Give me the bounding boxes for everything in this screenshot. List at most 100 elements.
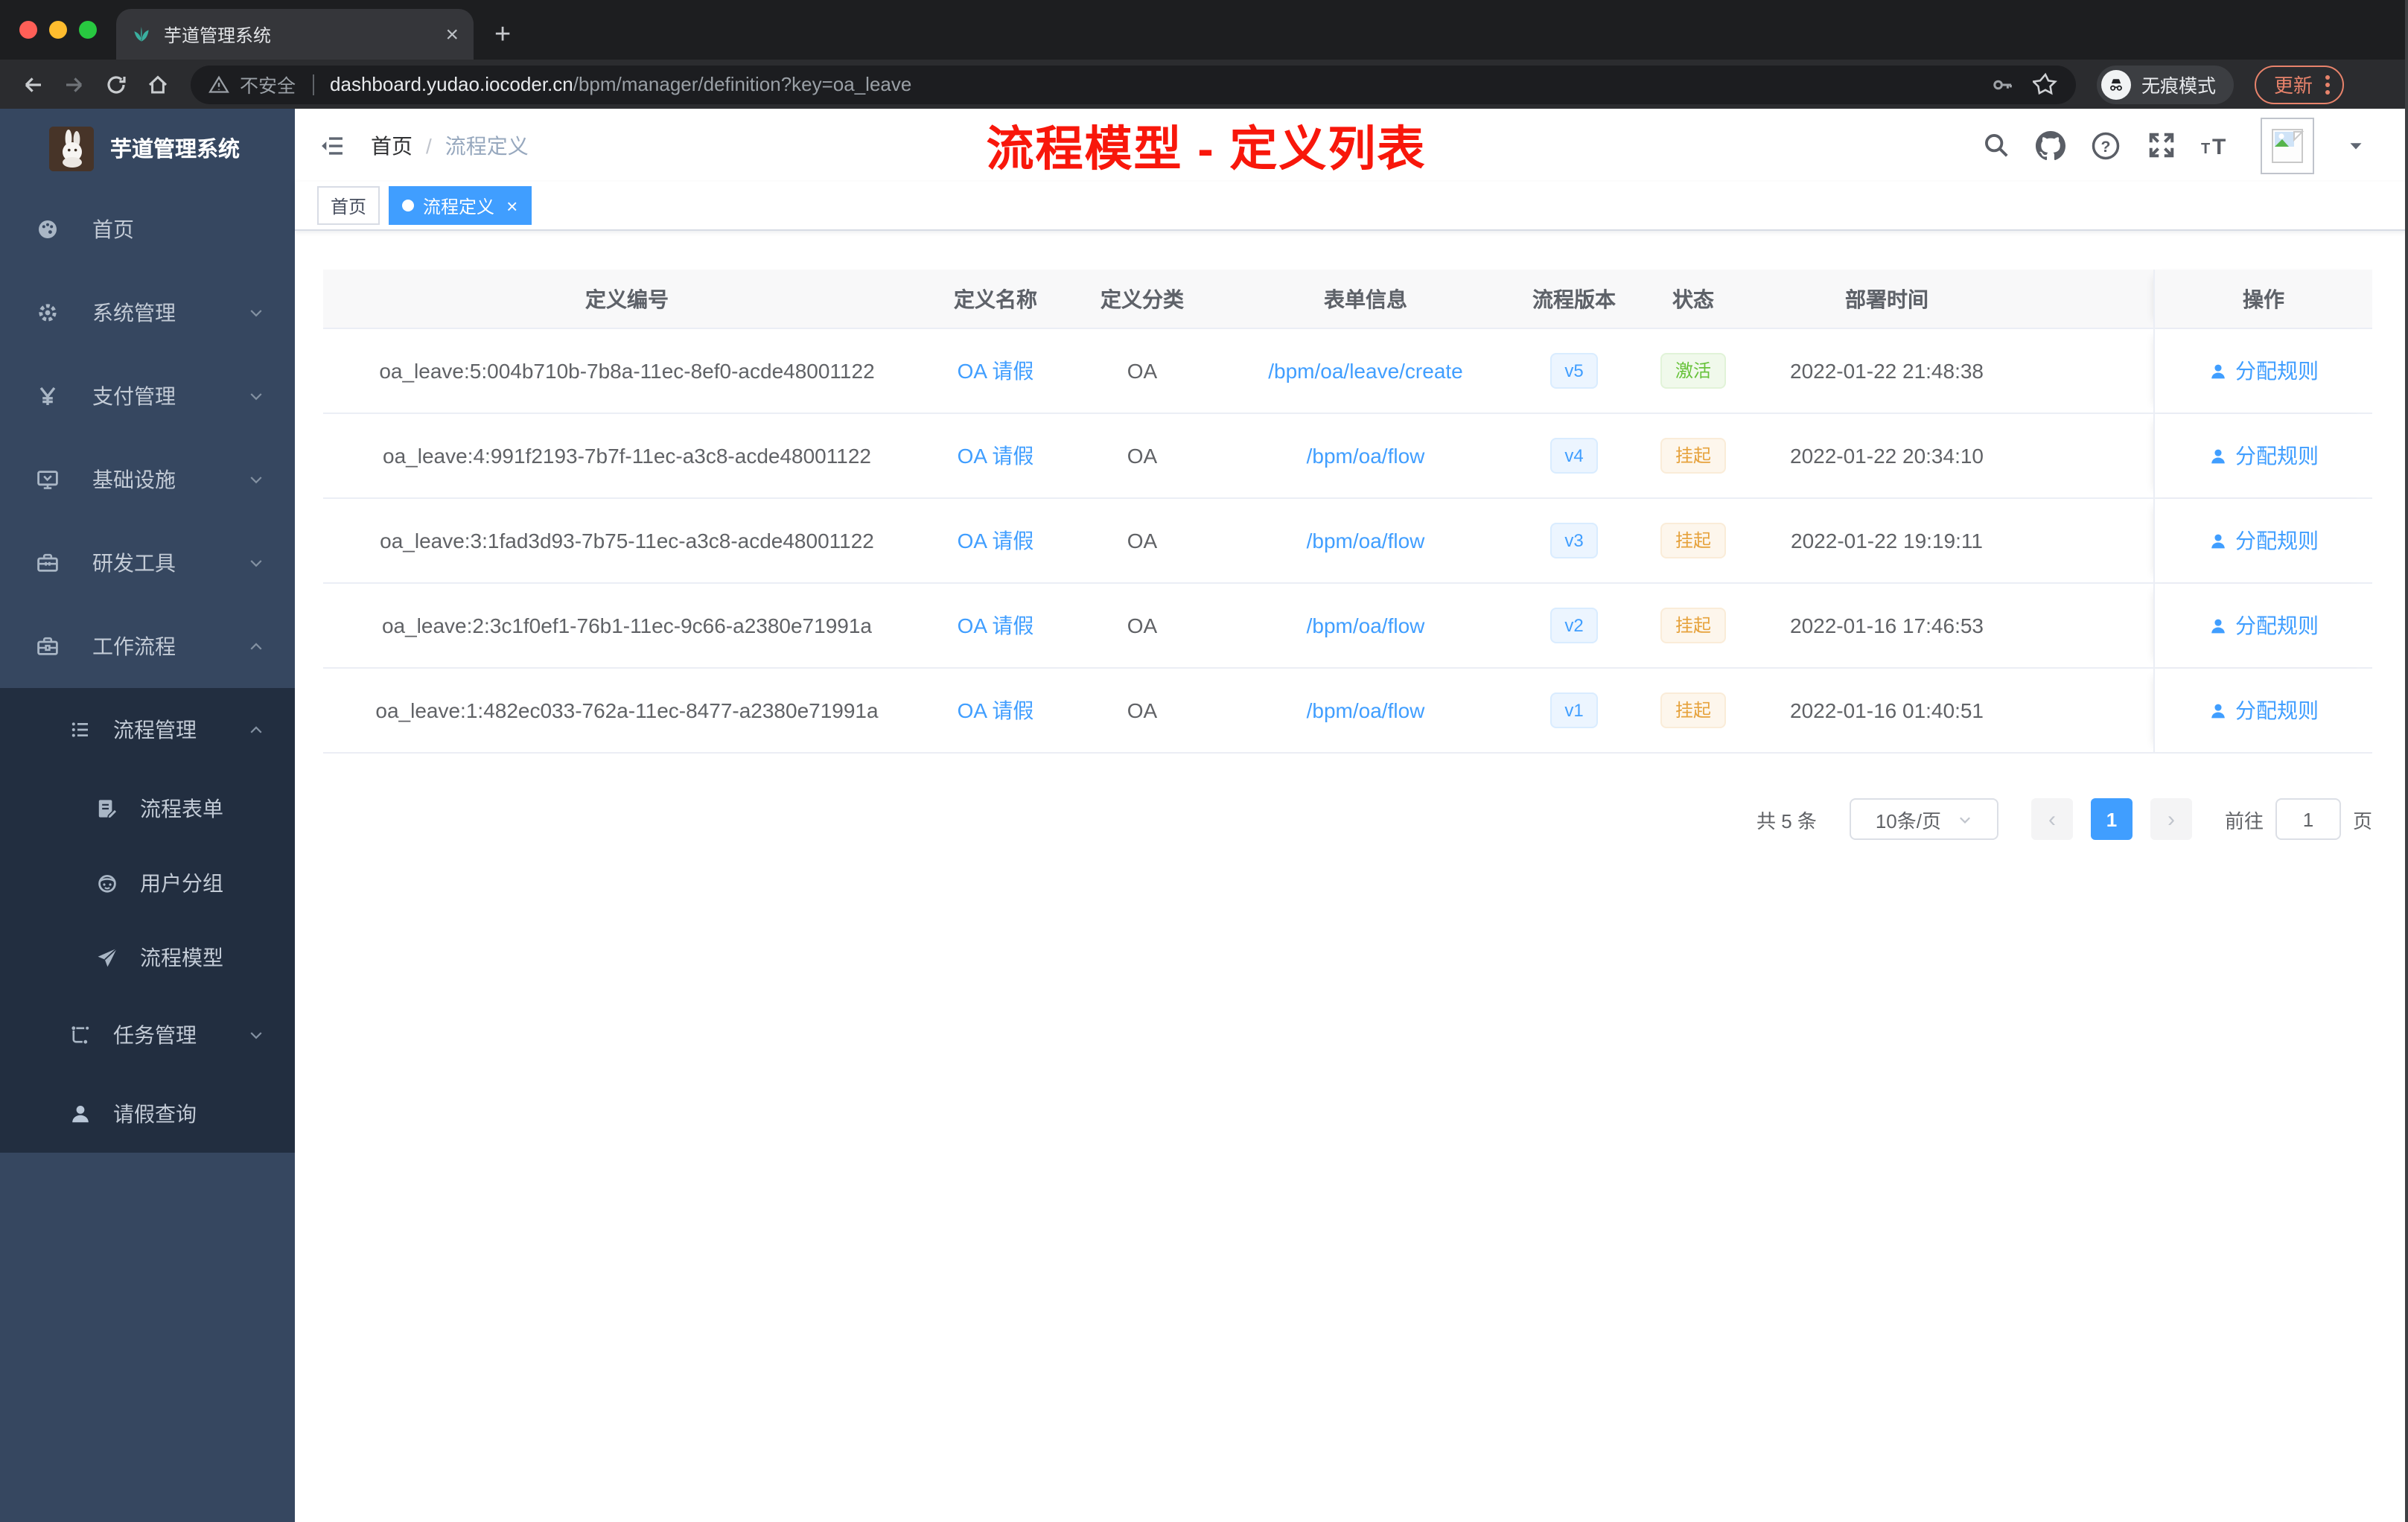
version-badge: v4 xyxy=(1549,438,1599,474)
screenshot-root: 芋道管理系统 × + 不安全 dashboard.yudao.iocoder.c… xyxy=(0,0,2408,1522)
update-button[interactable]: 更新 xyxy=(2255,65,2345,104)
close-window-button[interactable] xyxy=(19,21,37,39)
window-controls xyxy=(19,21,97,39)
github-button[interactable] xyxy=(2034,129,2067,162)
fullscreen-button[interactable] xyxy=(2144,129,2177,162)
cell-definition-id: oa_leave:4:991f2193-7b7f-11ec-a3c8-acde4… xyxy=(383,444,871,468)
table-row: oa_leave:3:1fad3d93-7b75-11ec-a3c8-acde4… xyxy=(323,499,2372,584)
assign-rule-link[interactable]: 分配规则 xyxy=(2208,526,2319,555)
status-badge: 激活 xyxy=(1660,353,1726,389)
table-header-row: 定义编号 定义名称 定义分类 表单信息 流程版本 状态 部署时间 操作 xyxy=(323,270,2372,329)
sidebar-item-process-model[interactable]: 流程模型 xyxy=(0,920,295,995)
zoom-window-button[interactable] xyxy=(79,21,97,39)
breadcrumb-home[interactable]: 首页 xyxy=(371,130,413,160)
avatar-menu-button[interactable] xyxy=(2339,129,2372,162)
status-badge: 挂起 xyxy=(1660,523,1726,558)
sidebar-item-process-form[interactable]: 流程表单 xyxy=(0,771,295,846)
page-1-button[interactable]: 1 xyxy=(2090,798,2133,840)
org-tree-icon xyxy=(71,1025,89,1043)
tab-close-icon[interactable]: × xyxy=(445,23,459,45)
sidebar-item-label: 流程表单 xyxy=(140,797,223,821)
form-info-link[interactable]: /bpm/oa/flow xyxy=(1307,444,1425,468)
cell-deploy-time: 2022-01-22 21:48:38 xyxy=(1790,359,1984,383)
key-icon[interactable] xyxy=(1991,72,2015,96)
sidebar-item-infrastructure[interactable]: 基础设施 xyxy=(0,438,295,521)
question-circle-icon: ? xyxy=(2092,131,2120,159)
help-button[interactable]: ? xyxy=(2089,129,2122,162)
tab-title: 芋道管理系统 xyxy=(164,25,272,45)
form-info-link[interactable]: /bpm/oa/leave/create xyxy=(1268,359,1463,383)
sidebar-item-task-management[interactable]: 任务管理 xyxy=(0,995,295,1074)
cell-status: 挂起 xyxy=(1641,608,1745,643)
definition-name-link[interactable]: OA 请假 xyxy=(958,359,1034,383)
assign-rule-link[interactable]: 分配规则 xyxy=(2208,611,2319,640)
cell-status: 激活 xyxy=(1641,353,1745,389)
sidebar-item-label: 基础设施 xyxy=(92,468,176,491)
back-button[interactable] xyxy=(15,66,51,102)
table-row: oa_leave:5:004b710b-7b8a-11ec-8ef0-acde4… xyxy=(323,329,2372,414)
sidebar-item-payment[interactable]: 支付管理 xyxy=(0,354,295,438)
monitor-icon xyxy=(37,471,58,489)
cell-category: OA xyxy=(1127,444,1158,468)
tag-close-icon[interactable]: × xyxy=(506,196,517,215)
chevron-down-icon xyxy=(250,477,262,484)
prev-page-button[interactable]: ‹ xyxy=(2030,798,2073,840)
definition-name-link[interactable]: OA 请假 xyxy=(958,698,1034,722)
sidebar-item-label: 请假查询 xyxy=(113,1101,197,1125)
tag-process-definition[interactable]: 流程定义 × xyxy=(389,186,532,225)
definition-name-link[interactable]: OA 请假 xyxy=(958,444,1034,468)
column-header: 表单信息 xyxy=(1324,287,1407,311)
form-info-link[interactable]: /bpm/oa/flow xyxy=(1307,529,1425,553)
minimize-window-button[interactable] xyxy=(49,21,67,39)
sidebar-item-label: 用户分组 xyxy=(140,871,223,895)
url-bar[interactable]: 不安全 dashboard.yudao.iocoder.cn/bpm/manag… xyxy=(191,65,2076,104)
definition-name-link[interactable]: OA 请假 xyxy=(958,614,1034,637)
bookmark-star-icon[interactable] xyxy=(2033,71,2058,97)
avatar[interactable] xyxy=(2261,117,2314,173)
home-icon xyxy=(148,74,168,93)
search-icon xyxy=(1984,134,2007,157)
menu-dots-icon[interactable] xyxy=(2325,72,2331,96)
definition-name-link[interactable]: OA 请假 xyxy=(958,529,1034,553)
svg-text:T: T xyxy=(2212,134,2226,159)
goto-page: 前往 页 xyxy=(2225,798,2372,840)
search-button[interactable] xyxy=(1979,129,2012,162)
url-host: dashboard.yudao.iocoder.cn xyxy=(330,73,573,95)
table-row: oa_leave:2:3c1f0ef1-76b1-11ec-9c66-a2380… xyxy=(323,584,2372,669)
assign-rule-link[interactable]: 分配规则 xyxy=(2208,441,2319,471)
sidebar-item-home[interactable]: 首页 xyxy=(0,188,295,271)
home-button[interactable] xyxy=(140,66,176,102)
table-row: oa_leave:4:991f2193-7b7f-11ec-a3c8-acde4… xyxy=(323,414,2372,499)
sidebar-item-dev-tools[interactable]: 研发工具 xyxy=(0,521,295,605)
column-header: 流程版本 xyxy=(1532,287,1616,311)
sidebar-item-system[interactable]: 系统管理 xyxy=(0,271,295,354)
user-icon xyxy=(2211,533,2225,548)
tag-home[interactable]: 首页 xyxy=(317,186,380,225)
browser-tab[interactable]: 芋道管理系统 × xyxy=(116,9,474,60)
assign-rule-link[interactable]: 分配规则 xyxy=(2208,356,2319,386)
svg-text:T: T xyxy=(2201,140,2210,156)
new-tab-button[interactable]: + xyxy=(494,21,511,49)
assign-rule-link[interactable]: 分配规则 xyxy=(2208,695,2319,725)
form-info-link[interactable]: /bpm/oa/flow xyxy=(1307,614,1425,637)
cell-status: 挂起 xyxy=(1641,692,1745,728)
sidebar-logo-row[interactable]: 芋道管理系统 xyxy=(0,109,295,188)
page-size-select[interactable]: 10条/页 xyxy=(1849,798,1998,840)
dashboard-icon xyxy=(39,220,57,238)
reload-button[interactable] xyxy=(98,66,134,102)
goto-page-input[interactable] xyxy=(2275,798,2341,840)
sidebar-item-user-group[interactable]: 用户分组 xyxy=(0,846,295,920)
form-info-link[interactable]: /bpm/oa/flow xyxy=(1307,698,1425,722)
form-edit-icon xyxy=(98,800,118,820)
forward-button[interactable] xyxy=(57,66,92,102)
sidebar-item-process-management[interactable]: 流程管理 xyxy=(0,688,295,771)
next-page-button[interactable]: › xyxy=(2150,798,2192,840)
sidebar-collapse-button[interactable] xyxy=(317,130,347,160)
font-size-button[interactable]: TT xyxy=(2200,129,2232,162)
cell-form-info: /bpm/oa/leave/create xyxy=(1224,359,1507,383)
cell-version: v4 xyxy=(1507,438,1641,474)
yen-icon xyxy=(39,386,56,405)
sidebar-item-workflow[interactable]: 工作流程 xyxy=(0,605,295,688)
sidebar-item-leave-query[interactable]: 请假查询 xyxy=(0,1074,295,1153)
sidebar-item-label: 研发工具 xyxy=(92,551,176,575)
